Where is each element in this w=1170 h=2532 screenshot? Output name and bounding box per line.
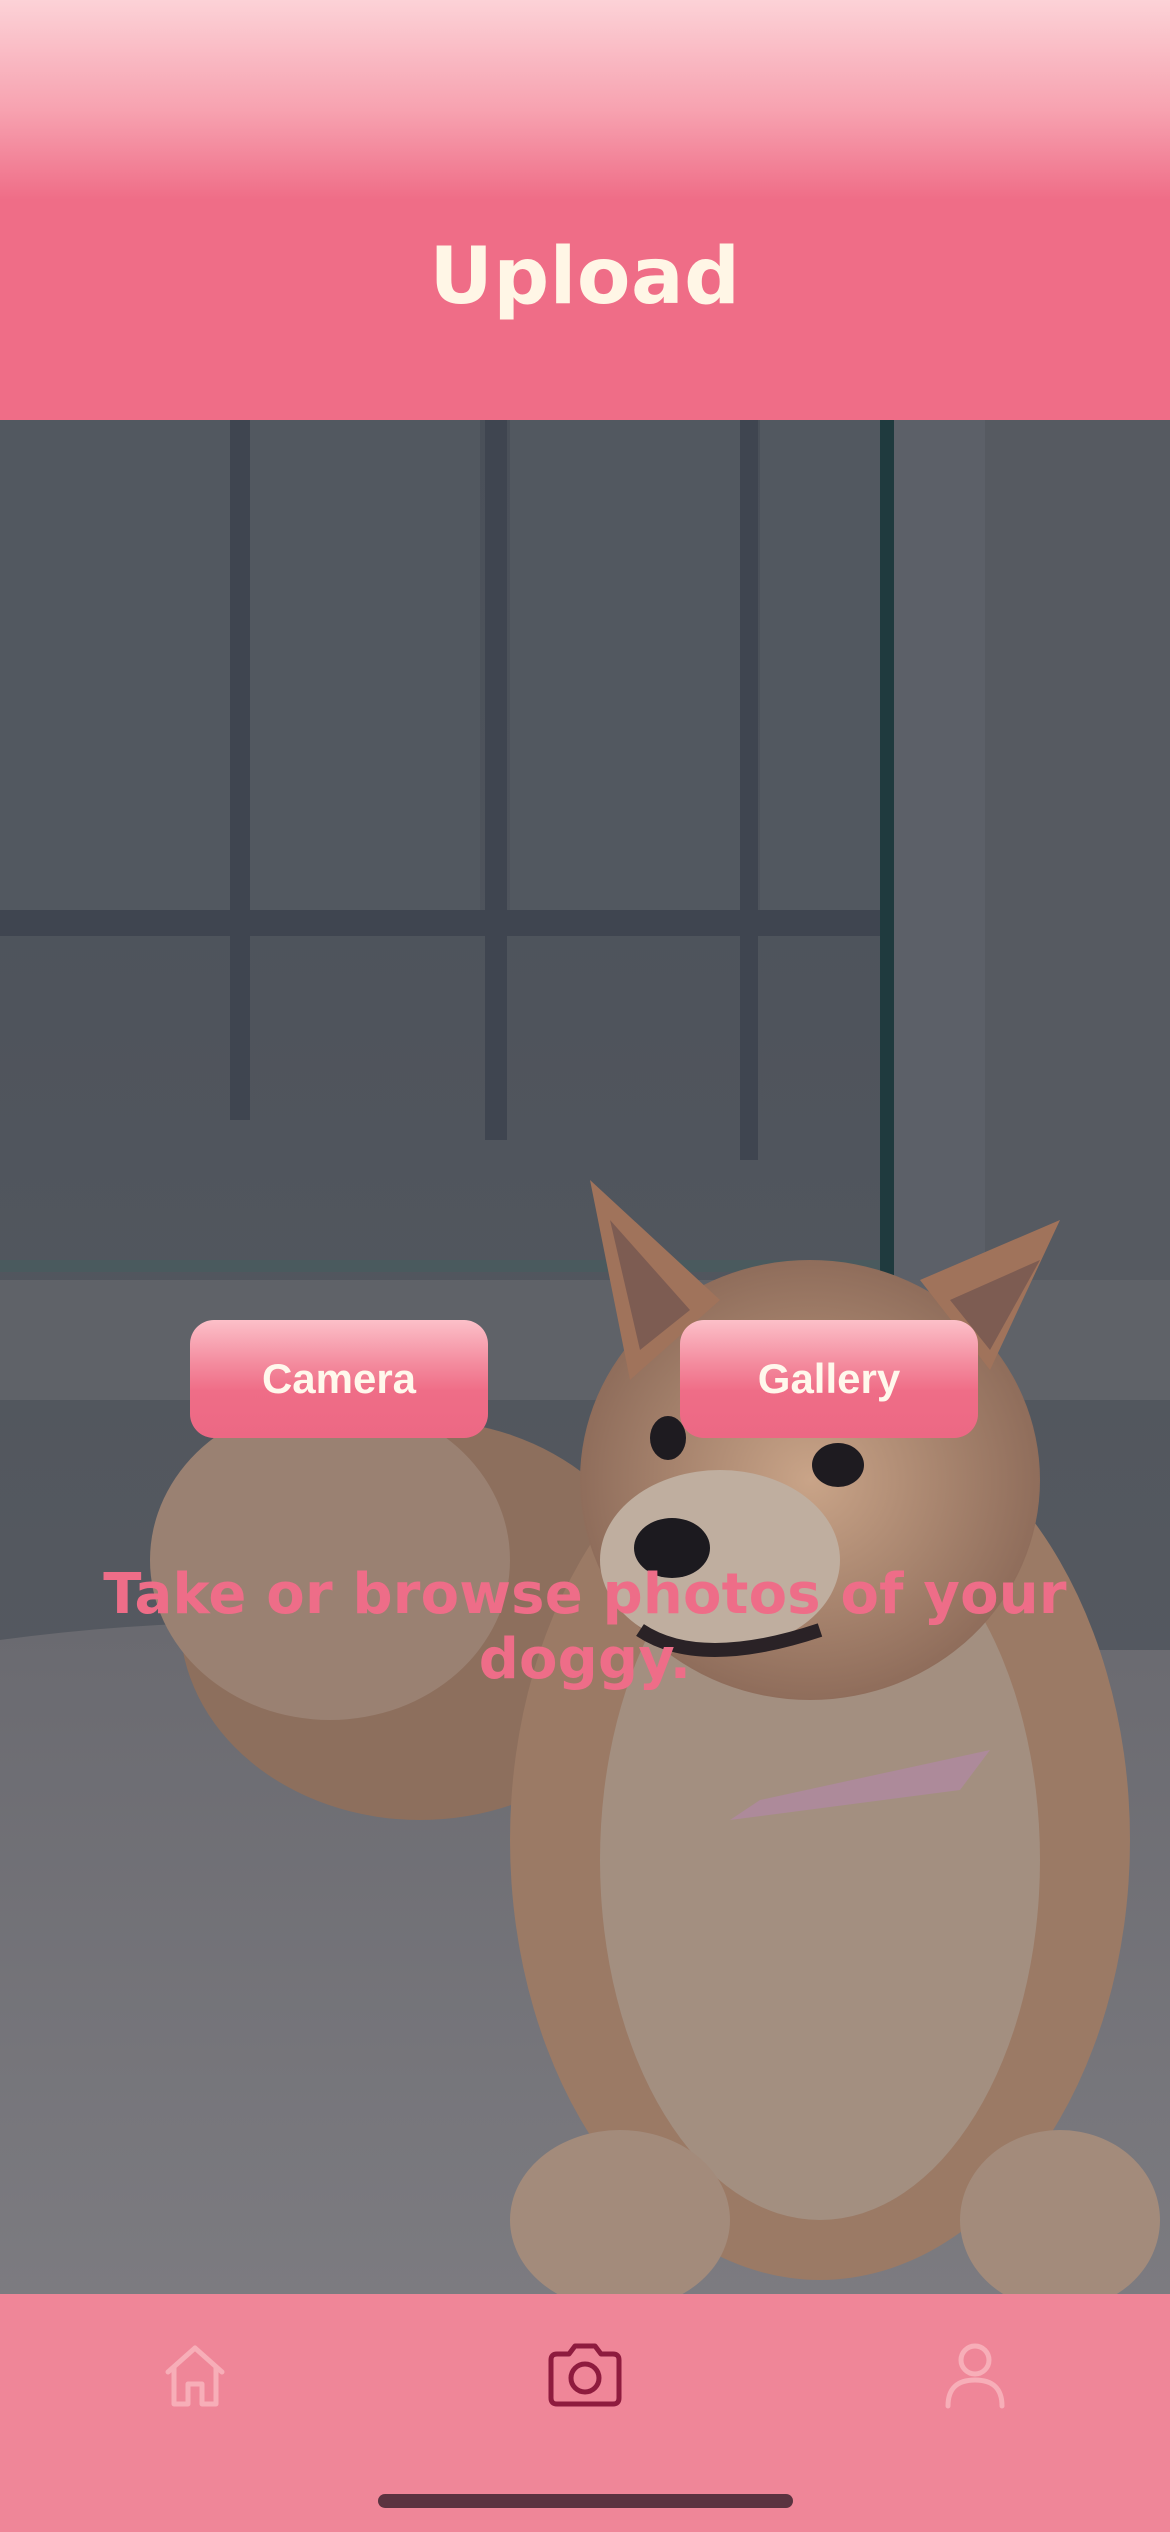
dog-photo (0, 420, 1170, 2294)
home-indicator (378, 2494, 793, 2508)
header-bar: Upload (0, 0, 1170, 420)
tab-camera[interactable] (540, 2330, 630, 2420)
bottom-tab-bar (0, 2294, 1170, 2532)
background-photo (0, 420, 1170, 2294)
upload-instructions: Take or browse photos of your doggy. (103, 1562, 1067, 1692)
tab-home[interactable] (150, 2330, 240, 2420)
page-title: Upload (429, 232, 741, 322)
home-icon (165, 2345, 225, 2407)
tab-profile[interactable] (930, 2330, 1020, 2420)
gallery-button[interactable]: Gallery (680, 1320, 978, 1438)
upload-screen: Upload Camera Gallery Take or browse pho… (0, 0, 1170, 2532)
camera-icon (548, 2343, 622, 2407)
profile-icon (945, 2343, 1005, 2409)
camera-button[interactable]: Camera (190, 1320, 488, 1438)
